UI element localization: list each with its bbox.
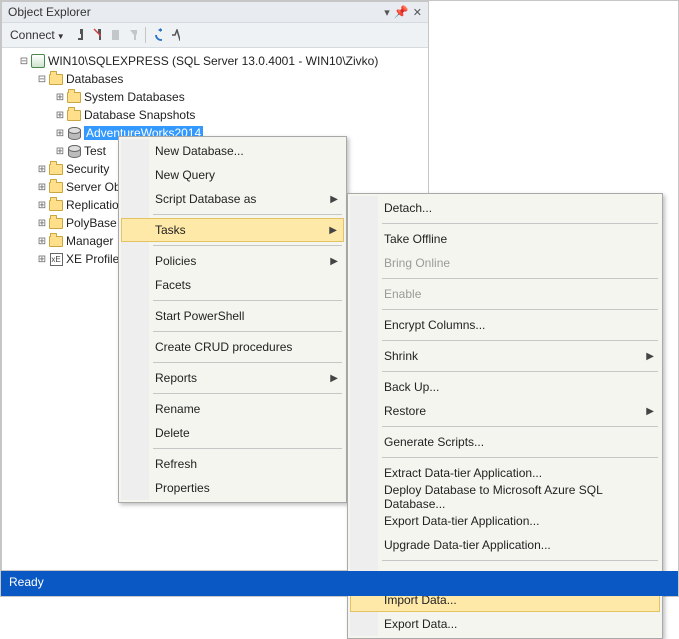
ctx-delete[interactable]: Delete (121, 421, 344, 445)
ctx-restore[interactable]: Restore▶ (350, 399, 660, 423)
separator (382, 278, 658, 279)
folder-icon (49, 164, 63, 175)
panel-close-icon[interactable]: ✕ (413, 6, 422, 19)
ctx-policies[interactable]: Policies▶ (121, 249, 344, 273)
ctx-start-powershell[interactable]: Start PowerShell (121, 304, 344, 328)
ctx-new-query[interactable]: New Query (121, 163, 344, 187)
ctx-bring-online: Bring Online (350, 251, 660, 275)
ctx-take-offline[interactable]: Take Offline (350, 227, 660, 251)
separator (382, 309, 658, 310)
connect-object-icon[interactable] (71, 27, 87, 43)
folder-icon (67, 110, 81, 121)
database-icon (68, 145, 81, 158)
server-icon (31, 54, 45, 68)
folder-icon (49, 200, 63, 211)
folder-icon (49, 236, 63, 247)
folder-icon (49, 218, 63, 229)
folder-icon (49, 182, 63, 193)
connect-button[interactable]: Connect ▼ (6, 26, 69, 44)
separator (153, 331, 342, 332)
ctx-create-crud[interactable]: Create CRUD procedures (121, 335, 344, 359)
ctx-facets[interactable]: Facets (121, 273, 344, 297)
status-bar: Ready (1, 571, 678, 596)
refresh-icon[interactable] (150, 27, 166, 43)
xe-profile-icon: xE (50, 253, 63, 266)
ctx-extract-data-tier[interactable]: Extract Data-tier Application... (350, 461, 660, 485)
filter-icon (125, 27, 141, 43)
database-icon (68, 127, 81, 140)
ctx-shrink[interactable]: Shrink▶ (350, 344, 660, 368)
ctx-detach[interactable]: Detach... (350, 196, 660, 220)
ctx-new-database[interactable]: New Database... (121, 139, 344, 163)
tree-databases-node[interactable]: ⊟Databases (2, 70, 428, 88)
ctx-tasks[interactable]: Tasks▶ (121, 218, 344, 242)
toolbar: Connect ▼ (2, 23, 428, 48)
activity-icon[interactable] (168, 27, 184, 43)
separator (382, 560, 658, 561)
separator (382, 223, 658, 224)
separator (382, 371, 658, 372)
status-text: Ready (9, 575, 44, 589)
disconnect-icon[interactable] (89, 27, 105, 43)
separator (153, 300, 342, 301)
tree-snapshots-node[interactable]: ⊞Database Snapshots (2, 106, 428, 124)
ctx-properties[interactable]: Properties (121, 476, 344, 500)
separator (153, 448, 342, 449)
ctx-upgrade-data-tier[interactable]: Upgrade Data-tier Application... (350, 533, 660, 557)
separator (145, 27, 146, 43)
panel-controls: ▾ 📌 ✕ (384, 5, 422, 19)
separator (153, 393, 342, 394)
ctx-export-data-tier[interactable]: Export Data-tier Application... (350, 509, 660, 533)
ctx-encrypt-columns[interactable]: Encrypt Columns... (350, 313, 660, 337)
submenu-arrow-icon: ▶ (329, 225, 337, 236)
panel-header: Object Explorer ▾ 📌 ✕ (2, 2, 428, 23)
tree-sysdb-node[interactable]: ⊞System Databases (2, 88, 428, 106)
ctx-generate-scripts[interactable]: Generate Scripts... (350, 430, 660, 454)
separator (382, 426, 658, 427)
submenu-arrow-icon: ▶ (646, 351, 654, 362)
panel-title: Object Explorer (8, 5, 91, 19)
separator (153, 214, 342, 215)
ctx-script-database[interactable]: Script Database as▶ (121, 187, 344, 211)
ctx-reports[interactable]: Reports▶ (121, 366, 344, 390)
folder-icon (49, 74, 63, 85)
submenu-arrow-icon: ▶ (646, 406, 654, 417)
context-menu-database: New Database... New Query Script Databas… (118, 136, 347, 503)
separator (382, 340, 658, 341)
tree-server-node[interactable]: ⊟WIN10\SQLEXPRESS (SQL Server 13.0.4001 … (2, 52, 428, 70)
submenu-arrow-icon: ▶ (330, 373, 338, 384)
separator (153, 362, 342, 363)
ctx-enable: Enable (350, 282, 660, 306)
separator (153, 245, 342, 246)
ctx-rename[interactable]: Rename (121, 397, 344, 421)
ctx-export-data[interactable]: Export Data... (350, 612, 660, 636)
separator (382, 457, 658, 458)
folder-icon (67, 92, 81, 103)
ctx-back-up[interactable]: Back Up... (350, 375, 660, 399)
panel-pin-icon[interactable]: 📌 (394, 5, 409, 19)
ctx-deploy-azure[interactable]: Deploy Database to Microsoft Azure SQL D… (350, 485, 660, 509)
submenu-arrow-icon: ▶ (330, 256, 338, 267)
stop-icon (107, 27, 123, 43)
chevron-down-icon: ▼ (57, 32, 65, 41)
panel-dropdown-icon[interactable]: ▾ (384, 6, 390, 19)
ctx-refresh[interactable]: Refresh (121, 452, 344, 476)
submenu-arrow-icon: ▶ (330, 194, 338, 205)
